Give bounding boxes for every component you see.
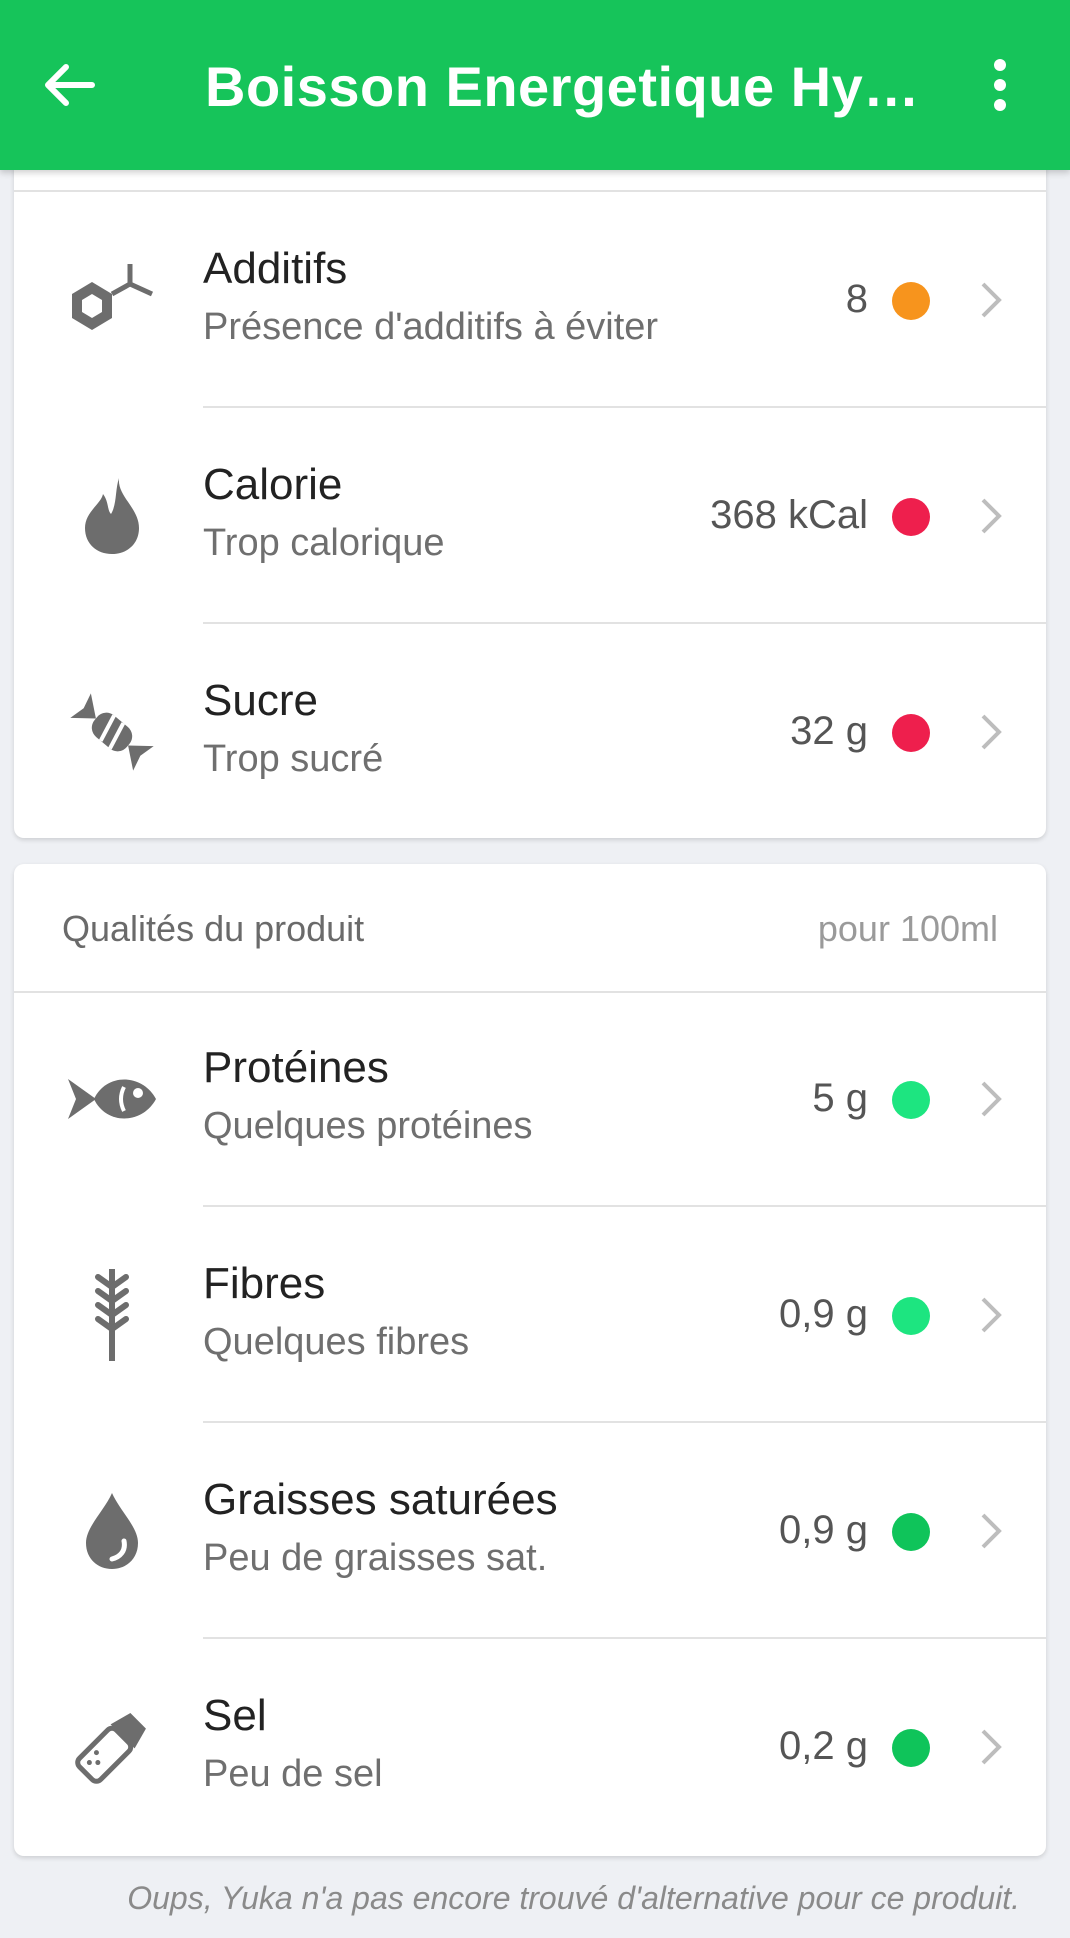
item-value: 0,9 g (779, 1508, 868, 1552)
status-dot (892, 1081, 930, 1119)
item-value: 5 g (812, 1076, 868, 1120)
flame-icon (62, 466, 162, 566)
item-name: Graisses saturées (203, 1475, 558, 1524)
section-header: Qualités du produit pour 100ml (14, 864, 1046, 993)
chevron-right-icon (974, 1509, 1010, 1553)
chevron-right-icon (974, 1293, 1010, 1337)
back-button[interactable] (40, 55, 100, 115)
app-bar: Boisson Energetique Hyd… (0, 0, 1070, 170)
item-description: Trop calorique (203, 522, 445, 564)
item-name: Sucre (203, 676, 318, 725)
arrow-left-icon (45, 64, 95, 106)
item-name: Additifs (203, 244, 348, 293)
chevron-right-icon (974, 1725, 1010, 1769)
list-item-sel[interactable]: Sel Peu de sel 0,2 g (14, 1639, 1046, 1855)
candy-icon (62, 682, 162, 782)
drop-icon (62, 1481, 162, 1581)
chevron-right-icon (974, 278, 1010, 322)
item-value: 8 (845, 277, 868, 321)
list-item-graisses-saturees[interactable]: Graisses saturées Peu de graisses sat. 0… (14, 1423, 1046, 1639)
item-value: 0,2 g (779, 1724, 868, 1768)
defauts-card: Additifs Présence d'additifs à éviter 8 … (14, 150, 1046, 838)
chevron-right-icon (974, 1077, 1010, 1121)
status-dot (892, 1513, 930, 1551)
section-title: Qualités du produit (62, 908, 365, 949)
status-dot (892, 1729, 930, 1767)
qualites-card: Qualités du produit pour 100ml Protéines… (14, 864, 1046, 1856)
salt-shaker-icon (62, 1697, 162, 1797)
chevron-right-icon (974, 710, 1010, 754)
item-value: 368 kCal (710, 493, 868, 537)
item-name: Sel (203, 1691, 267, 1740)
item-description: Peu de sel (203, 1753, 383, 1795)
list-item-calorie[interactable]: Calorie Trop calorique 368 kCal (14, 408, 1046, 624)
item-value: 0,9 g (779, 1292, 868, 1336)
no-alternative-note: Oups, Yuka n'a pas encore trouvé d'alter… (127, 1880, 1020, 1916)
status-dot (892, 282, 930, 320)
item-name: Fibres (203, 1259, 326, 1308)
chevron-right-icon (974, 494, 1010, 538)
status-dot (892, 1297, 930, 1335)
list-item-proteines[interactable]: Protéines Quelques protéines 5 g (14, 991, 1046, 1207)
section-unit: pour 100ml (817, 908, 998, 949)
item-description: Quelques protéines (203, 1105, 533, 1147)
item-value: 32 g (790, 709, 868, 753)
more-vert-icon (994, 59, 1006, 111)
more-options-button[interactable] (975, 55, 1025, 115)
item-description: Trop sucré (203, 738, 384, 780)
molecule-icon (62, 250, 162, 350)
page-title: Boisson Energetique Hyd… (205, 55, 925, 118)
item-description: Peu de graisses sat. (203, 1537, 548, 1579)
list-item-additifs[interactable]: Additifs Présence d'additifs à éviter 8 (14, 192, 1046, 408)
item-description: Présence d'additifs à éviter (203, 306, 659, 348)
item-name: Calorie (203, 460, 343, 509)
list-item-sucre[interactable]: Sucre Trop sucré 32 g (14, 624, 1046, 838)
list-item-fibres[interactable]: Fibres Quelques fibres 0,9 g (14, 1207, 1046, 1423)
fish-icon (62, 1049, 162, 1149)
status-dot (892, 498, 930, 536)
status-dot (892, 714, 930, 752)
wheat-icon (62, 1265, 162, 1365)
item-name: Protéines (203, 1043, 389, 1092)
item-description: Quelques fibres (203, 1321, 470, 1363)
